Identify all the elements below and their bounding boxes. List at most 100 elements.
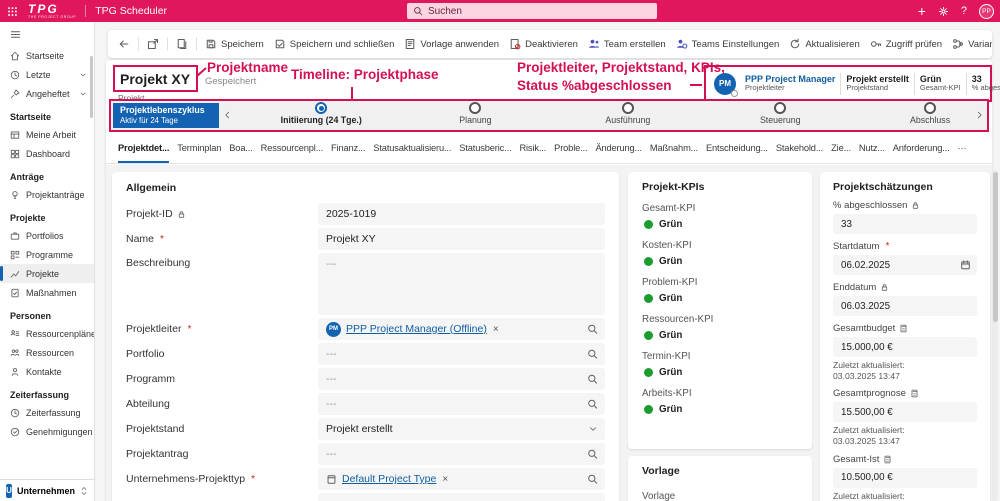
chevron-right-icon[interactable] [975, 109, 984, 121]
create-team-button[interactable]: Team erstellen [586, 35, 668, 53]
projekttyp-lookup[interactable]: Default Project Type × [318, 468, 605, 490]
pct-input[interactable]: 33 [833, 214, 977, 234]
projektstand-select[interactable]: Projekt erstellt [318, 418, 605, 440]
tab-content: Allgemein Projekt-ID 2025-1019 Name * Pro… [106, 165, 992, 501]
bpf-timeline annotation-box-timeline: Projektlebenszyklus Aktiv für 24 Tage In… [109, 99, 989, 132]
variants-button[interactable]: Varianten [950, 35, 992, 53]
back-arrow-icon [119, 40, 129, 48]
sidebar-item-letzte[interactable]: Letzte [0, 65, 94, 84]
beschreibung-textarea[interactable]: --- [318, 253, 605, 315]
green-status-dot [644, 405, 653, 414]
projekttyp-record-link[interactable]: Default Project Type [342, 473, 436, 485]
apply-template-button[interactable]: Vorlage anwenden [402, 35, 501, 53]
enddatum-input[interactable]: 06.03.2025 [833, 296, 977, 316]
tab-nutzen[interactable]: Nutz... [859, 132, 885, 163]
chevron-down-icon[interactable] [588, 424, 598, 434]
sidebar-item-genehmigungen[interactable]: Genehmigungen [0, 422, 94, 441]
field-startdatum: Startdatum * 06.02.2025 [833, 241, 977, 275]
tab-aenderungen[interactable]: Änderung... [595, 132, 642, 163]
refresh-button[interactable]: Aktualisieren [787, 35, 861, 53]
sidebar-item-meine-arbeit[interactable]: Meine Arbeit [0, 125, 94, 144]
scrollbar-thumb[interactable] [993, 172, 998, 322]
tab-finanzen[interactable]: Finanz... [331, 132, 365, 163]
tab-probleme[interactable]: Proble... [554, 132, 587, 163]
tab-overflow[interactable]: ··· [958, 132, 967, 163]
tab-statusaktualisierung[interactable]: Statusaktualisieru... [373, 132, 451, 163]
teams-settings-button[interactable]: Teams Einstellungen [674, 35, 782, 53]
user-avatar[interactable]: PP [979, 3, 994, 19]
save-and-close-button[interactable]: Speichern und schließen [272, 35, 397, 53]
tab-terminplan[interactable]: Terminplan [177, 132, 221, 163]
bpf-stage-planung[interactable]: Planung [405, 102, 545, 125]
global-search-input[interactable]: Suchen [407, 3, 657, 19]
abteilung-lookup[interactable]: --- [318, 393, 605, 415]
sidebar-item-startseite[interactable]: Startseite [0, 46, 94, 65]
sidebar-item-projekte[interactable]: Projekte [0, 264, 94, 283]
sidebar-item-kontakte[interactable]: Kontakte [0, 362, 94, 381]
org-switcher[interactable]: U Unternehmen [0, 479, 95, 501]
search-icon[interactable] [587, 474, 598, 485]
sidebar-item-programme[interactable]: Programme [0, 245, 94, 264]
open-record-button[interactable] [145, 35, 161, 53]
remove-value-icon[interactable]: × [493, 324, 499, 335]
save-button[interactable]: Speichern [203, 35, 266, 53]
waffle-icon[interactable] [7, 6, 18, 17]
search-icon[interactable] [587, 324, 598, 335]
settings-gear-icon[interactable] [938, 6, 949, 17]
deactivate-button[interactable]: Deaktivieren [507, 35, 580, 53]
sidebar-item-angeheftet[interactable]: Angeheftet [0, 84, 94, 103]
tab-anforderungen[interactable]: Anforderung... [893, 132, 950, 163]
programm-lookup[interactable]: --- [318, 368, 605, 390]
search-icon[interactable] [587, 449, 598, 460]
manager-avatar[interactable]: PM [714, 72, 738, 97]
sidebar-item-massnahmen[interactable]: Maßnahmen [0, 283, 94, 302]
calendar-icon[interactable] [960, 260, 971, 271]
tab-stakeholder[interactable]: Stakehold... [776, 132, 823, 163]
section-projektschaetzungen: Projektschätzungen % abgeschlossen 33 St… [820, 172, 990, 501]
sidebar-item-ressourcen[interactable]: Ressourcen [0, 343, 94, 362]
name-input[interactable]: Projekt XY [318, 228, 605, 250]
sidebar-item-portfolios[interactable]: Portfolios [0, 226, 94, 245]
back-button[interactable] [116, 35, 132, 53]
content-scrollbar[interactable] [993, 170, 998, 501]
hamburger-menu-icon[interactable] [0, 22, 94, 46]
sidebar-scrollbar[interactable] [90, 56, 93, 118]
projektantrag-lookup[interactable]: --- [318, 443, 605, 465]
divider [85, 5, 87, 17]
form-switcher-button[interactable] [174, 35, 190, 53]
section-projekt-kpis: Projekt-KPIs Gesamt-KPI Grün Kosten-KPI … [628, 172, 812, 449]
tab-ziele[interactable]: Zie... [831, 132, 851, 163]
bpf-stage-initiierung[interactable]: Initiierung (24 Tge.) [251, 102, 391, 125]
field-name: Name * Projekt XY [126, 228, 605, 250]
gesamtprognose-input[interactable]: 15.500,00 € [833, 402, 977, 423]
sidebar-item-dashboard[interactable]: Dashboard [0, 144, 94, 163]
portfolio-lookup[interactable]: --- [318, 343, 605, 365]
tab-entscheidungen[interactable]: Entscheidung... [706, 132, 768, 163]
search-icon[interactable] [587, 349, 598, 360]
chevron-left-icon[interactable] [223, 109, 232, 121]
bpf-active-stage-box[interactable]: Projektlebenszyklus Aktiv für 24 Tage [113, 103, 219, 128]
sidebar-item-projektantraege[interactable]: Projektanträge [0, 185, 94, 204]
remove-value-icon[interactable]: × [442, 474, 448, 485]
tab-ressourcenplan[interactable]: Ressourcenpl... [261, 132, 323, 163]
gesamtbudget-input[interactable]: 15.000,00 € [833, 337, 977, 357]
bpf-stage-steuerung[interactable]: Steuerung [710, 102, 850, 125]
tab-projektdetails[interactable]: Projektdet... [118, 132, 169, 163]
help-icon[interactable]: ? [961, 5, 967, 17]
manager-record-link[interactable]: PPP Project Manager (Offline) [346, 323, 487, 335]
gesamt-ist-input[interactable]: 10.500,00 € [833, 467, 977, 488]
tab-board[interactable]: Boa... [229, 132, 253, 163]
tab-statusbericht[interactable]: Statusberic... [459, 132, 511, 163]
tab-massnahmen[interactable]: Maßnahm... [650, 132, 698, 163]
search-icon[interactable] [587, 374, 598, 385]
add-icon[interactable]: + [918, 4, 926, 18]
sidebar-item-zeiterfassung[interactable]: Zeiterfassung [0, 403, 94, 422]
bpf-stage-ausfuehrung[interactable]: Ausführung [558, 102, 698, 125]
projektleiter-lookup[interactable]: PM PPP Project Manager (Offline) × [318, 318, 605, 340]
search-icon[interactable] [587, 399, 598, 410]
startdatum-input[interactable]: 06.02.2025 [833, 255, 977, 275]
tab-risiken[interactable]: Risik... [519, 132, 546, 163]
check-access-button[interactable]: Zugriff prüfen [868, 35, 944, 53]
projekt-id-input[interactable]: 2025-1019 [318, 203, 605, 225]
sidebar-item-ressourcenplaene[interactable]: Ressourcenpläne [0, 324, 94, 343]
